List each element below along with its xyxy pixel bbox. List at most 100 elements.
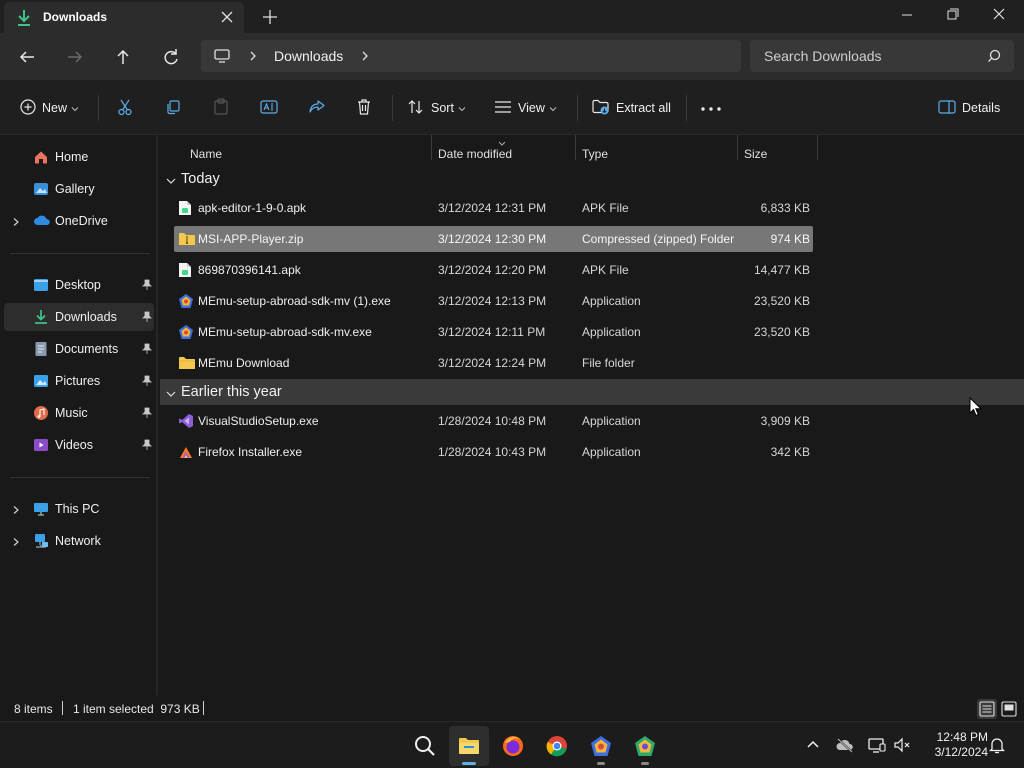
details-pane-icon bbox=[938, 99, 956, 117]
tab-title: Downloads bbox=[43, 10, 108, 24]
sidebar-item-network[interactable]: Network bbox=[4, 527, 154, 555]
sort-button[interactable]: Sort bbox=[407, 94, 466, 122]
cut-button[interactable] bbox=[117, 94, 133, 122]
documents-icon bbox=[33, 341, 49, 360]
folder-icon bbox=[178, 355, 196, 374]
file-row[interactable]: 869870396141.apk 3/12/2024 12:20 PM APK … bbox=[174, 257, 813, 283]
minimize-button[interactable] bbox=[884, 0, 930, 32]
file-date: 3/12/2024 12:30 PM bbox=[438, 232, 547, 246]
pin-icon[interactable] bbox=[142, 439, 152, 454]
file-row-selected[interactable]: MSI-APP-Player.zip 3/12/2024 12:30 PM Co… bbox=[174, 226, 813, 252]
navigation-bar: Downloads Search Downloads bbox=[0, 33, 1024, 80]
cloud-offline-icon[interactable] bbox=[834, 734, 856, 756]
pin-icon[interactable] bbox=[142, 407, 152, 422]
column-header-name[interactable]: Name bbox=[190, 147, 222, 161]
notification-bell-icon[interactable] bbox=[986, 734, 1008, 756]
sidebar-item-onedrive[interactable]: OneDrive bbox=[4, 207, 154, 235]
new-tab-button[interactable] bbox=[259, 6, 281, 28]
volume-muted-icon[interactable] bbox=[891, 734, 913, 756]
taskbar-firefox[interactable] bbox=[493, 726, 533, 766]
pin-icon[interactable] bbox=[142, 311, 152, 326]
column-header-size[interactable]: Size bbox=[744, 147, 767, 161]
show-hidden-icons-chevron-icon[interactable] bbox=[802, 734, 824, 756]
sidebar-item-pictures[interactable]: Pictures bbox=[4, 367, 154, 395]
group-header-earlier-this-year[interactable]: Earlier this year bbox=[160, 379, 1024, 405]
rename-button[interactable] bbox=[260, 94, 278, 122]
file-row[interactable]: MEmu-setup-abroad-sdk-mv (1).exe 3/12/20… bbox=[174, 288, 813, 314]
sidebar-item-desktop[interactable]: Desktop bbox=[4, 271, 154, 299]
view-button[interactable]: View bbox=[494, 94, 557, 122]
sidebar-item-this-pc[interactable]: This PC bbox=[4, 495, 154, 523]
more-options-button[interactable] bbox=[700, 94, 722, 122]
tiles-view-toggle[interactable] bbox=[999, 699, 1019, 719]
share-button[interactable] bbox=[308, 94, 326, 122]
divider bbox=[10, 477, 150, 478]
desktop-icon bbox=[33, 277, 49, 296]
file-type: Application bbox=[582, 294, 641, 308]
up-button[interactable] bbox=[108, 43, 138, 71]
file-type: Application bbox=[582, 325, 641, 339]
file-row[interactable]: MEmu Download 3/12/2024 12:24 PM File fo… bbox=[174, 350, 813, 376]
sidebar-item-home[interactable]: Home bbox=[4, 143, 154, 171]
file-date: 1/28/2024 10:48 PM bbox=[438, 414, 547, 428]
sidebar-item-downloads[interactable]: Downloads bbox=[4, 303, 154, 331]
file-name: apk-editor-1-9-0.apk bbox=[198, 201, 307, 215]
taskbar-memu-multi[interactable] bbox=[625, 726, 665, 766]
tab-close-icon[interactable] bbox=[218, 8, 236, 26]
paste-button[interactable] bbox=[213, 94, 229, 122]
maximize-button[interactable] bbox=[930, 0, 976, 32]
sidebar-label: Home bbox=[55, 150, 89, 164]
copy-icon bbox=[165, 99, 181, 118]
taskbar-chrome[interactable] bbox=[537, 726, 577, 766]
file-type: File folder bbox=[582, 356, 635, 370]
taskbar-search-button[interactable] bbox=[405, 726, 445, 766]
expand-chevron-icon[interactable] bbox=[11, 216, 21, 230]
back-button[interactable] bbox=[12, 43, 42, 71]
breadcrumb-chevron-icon[interactable] bbox=[359, 49, 371, 66]
sidebar-item-documents[interactable]: Documents bbox=[4, 335, 154, 363]
sidebar-item-videos[interactable]: Videos bbox=[4, 431, 154, 459]
search-input[interactable]: Search Downloads bbox=[750, 40, 1014, 72]
pin-icon[interactable] bbox=[142, 375, 152, 390]
sidebar-item-music[interactable]: Music bbox=[4, 399, 154, 427]
details-view-toggle[interactable] bbox=[977, 699, 997, 719]
pin-icon[interactable] bbox=[142, 343, 152, 358]
file-row[interactable]: MEmu-setup-abroad-sdk-mv.exe 3/12/2024 1… bbox=[174, 319, 813, 345]
videos-icon bbox=[33, 437, 49, 456]
breadcrumb-chevron-icon[interactable] bbox=[247, 49, 259, 66]
refresh-button[interactable] bbox=[156, 43, 186, 71]
column-header-type[interactable]: Type bbox=[582, 147, 608, 161]
column-divider[interactable] bbox=[817, 135, 818, 160]
new-button[interactable]: New bbox=[20, 94, 79, 122]
expand-chevron-icon[interactable] bbox=[11, 504, 21, 518]
taskbar-memu[interactable] bbox=[581, 726, 621, 766]
this-pc-icon bbox=[33, 501, 49, 520]
group-header-today[interactable]: Today bbox=[160, 166, 1024, 192]
file-row[interactable]: VisualStudioSetup.exe 1/28/2024 10:48 PM… bbox=[174, 408, 813, 434]
tab-downloads[interactable]: Downloads bbox=[4, 2, 244, 33]
selection-info: 1 item selected 973 KB bbox=[73, 702, 200, 716]
close-window-button[interactable] bbox=[976, 0, 1022, 32]
column-divider[interactable] bbox=[431, 135, 432, 160]
details-pane-button[interactable]: Details bbox=[938, 94, 1000, 122]
column-divider[interactable] bbox=[737, 135, 738, 160]
file-row[interactable]: Firefox Installer.exe 1/28/2024 10:43 PM… bbox=[174, 439, 813, 465]
breadcrumb-downloads[interactable]: Downloads bbox=[274, 48, 343, 64]
title-bar: Downloads bbox=[0, 0, 1024, 33]
file-row[interactable]: apk-editor-1-9-0.apk 3/12/2024 12:31 PM … bbox=[174, 195, 813, 221]
this-pc-icon[interactable] bbox=[213, 47, 231, 68]
memu-app-icon bbox=[178, 324, 194, 343]
column-header-date[interactable]: Date modified bbox=[438, 147, 512, 161]
network-status-icon[interactable] bbox=[866, 734, 888, 756]
copy-button[interactable] bbox=[165, 94, 181, 122]
taskbar-file-explorer[interactable] bbox=[449, 726, 489, 766]
forward-button[interactable] bbox=[60, 43, 90, 71]
taskbar-clock[interactable]: 12:48 PM 3/12/2024 bbox=[920, 730, 988, 760]
sidebar-item-gallery[interactable]: Gallery bbox=[4, 175, 154, 203]
column-divider[interactable] bbox=[575, 135, 576, 160]
extract-all-button[interactable]: Extract all bbox=[592, 94, 671, 122]
pin-icon[interactable] bbox=[142, 279, 152, 294]
delete-button[interactable] bbox=[356, 94, 372, 122]
expand-chevron-icon[interactable] bbox=[11, 536, 21, 550]
address-bar[interactable]: Downloads bbox=[201, 40, 741, 72]
